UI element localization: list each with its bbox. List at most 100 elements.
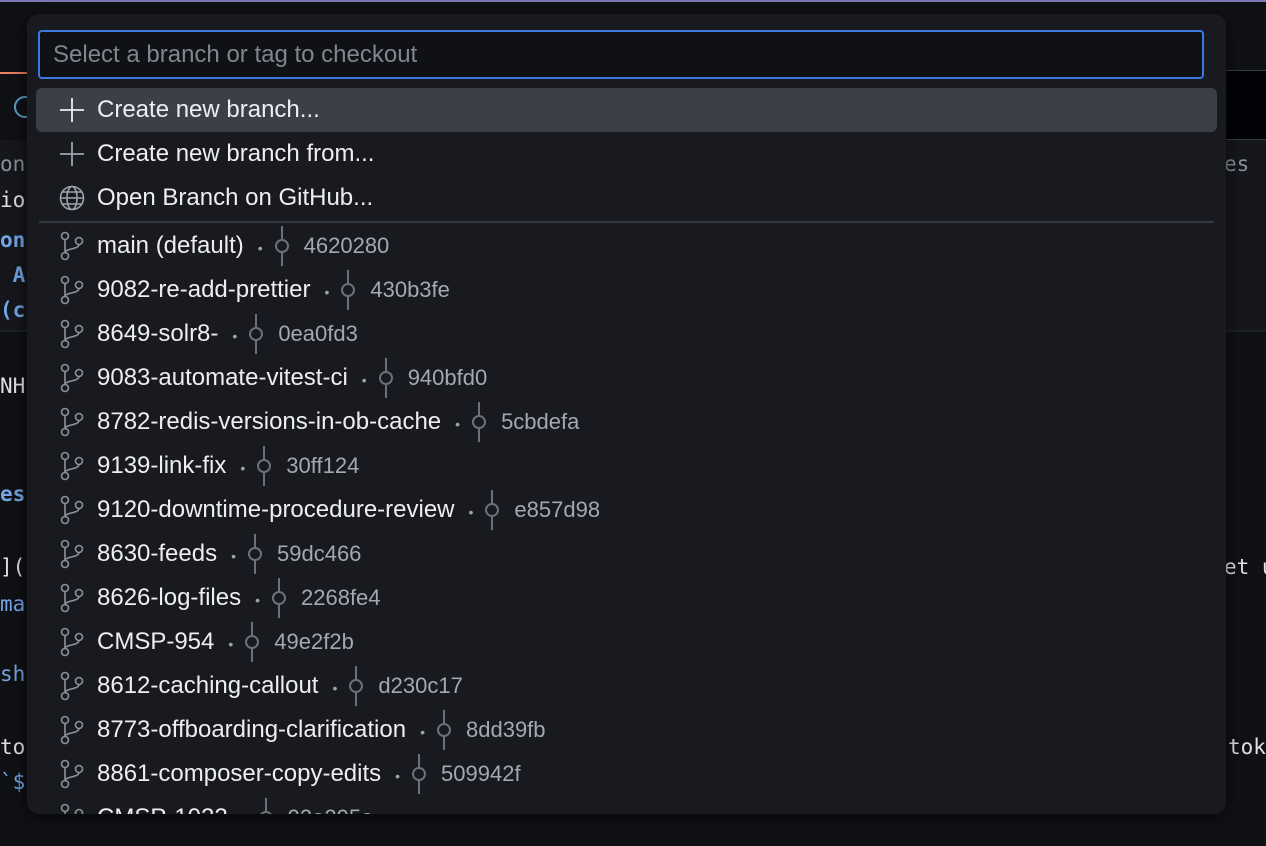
branch-item[interactable]: 8630-feeds • 59dc466 [36,532,1217,576]
branch-item[interactable]: 9120-downtime-procedure-review • e857d98 [36,488,1217,532]
quick-pick-action-2[interactable]: Open Branch on GitHub... [36,176,1217,220]
commit-hash: 5cbdefa [501,409,580,434]
branch-icon [57,539,87,569]
branch-name: 9083-automate-vitest-ci [97,364,348,391]
commit-hash: 4620280 [303,233,390,258]
plus-icon [57,95,87,125]
branch-item[interactable]: main (default) • 4620280 [36,224,1217,268]
commit-icon [245,314,267,354]
separator-dot: • [324,284,330,300]
branch-item[interactable]: 9139-link-fix • 30ff124 [36,444,1217,488]
commit-icon [253,446,275,486]
branch-name: 8773-offboarding-clarification [97,716,407,743]
code-fragment: A [0,263,26,287]
separator-dot: • [255,592,260,608]
branch-icon [57,759,87,789]
code-fragment: on [0,228,26,252]
branch-icon [57,803,87,814]
code-fragment: to [0,735,26,759]
branch-icon [57,671,87,701]
branch-name: CMSP-954 [97,628,215,655]
branch-name: main (default) [97,232,244,259]
commit-icon [468,402,490,442]
branch-icon [57,231,87,261]
commit-hash: 49e2f2b [274,629,354,654]
separator-dot: • [232,328,238,344]
branch-item[interactable]: 8649-solr8- • 0ea0fd3 [36,312,1217,356]
commit-hash: 0ea0fd3 [278,321,358,346]
plus-icon [57,139,87,169]
branch-item[interactable]: CMSP-954 • 49e2f2b [36,620,1217,664]
code-fragment: ma [0,592,26,616]
branch-name: 8612-caching-callout [97,672,319,699]
commit-hash: d230c17 [378,673,463,698]
code-fragment: et u [1224,555,1266,579]
code-fragment: on [0,152,26,176]
branch-name: 9082-re-add-prettier [97,276,311,303]
commit-hash: 509942f [441,761,521,786]
list-separator [39,221,1214,223]
commit-hash: 2268fe4 [301,585,381,610]
commit-icon [244,534,266,574]
branch-icon [57,275,87,305]
branch-name: 9120-downtime-procedure-review [97,496,455,523]
branch-search-input[interactable] [38,30,1204,79]
branch-name: 8626-log-files [97,584,242,611]
quick-pick-action-1[interactable]: Create new branch from... [36,132,1217,176]
action-label: Create new branch... [97,96,320,123]
code-fragment: es [1224,152,1250,176]
branch-name: 8630-feeds [97,540,218,567]
branch-item[interactable]: 8782-redis-versions-in-ob-cache • 5cbdefa [36,400,1217,444]
branch-item[interactable]: 8612-caching-callout • d230c17 [36,664,1217,708]
active-tab-indicator [0,72,30,74]
commit-icon [271,226,293,266]
branch-item[interactable]: 8773-offboarding-clarification • 8dd39fb [36,708,1217,752]
branch-item[interactable]: CMSP-1022 • 92a295e [36,796,1217,814]
branch-icon [57,495,87,525]
globe-icon [57,183,87,213]
separator-dot: • [231,548,236,564]
branch-name: 9139-link-fix [97,452,227,479]
commit-hash: 30ff124 [286,453,360,478]
separator-dot: • [332,680,338,696]
commit-icon [268,578,290,618]
separator-dot: • [361,372,367,388]
commit-hash: 92a295e [288,805,374,814]
separator-dot: • [257,240,263,256]
code-fragment: `$ [0,770,26,794]
branch-icon [57,407,87,437]
code-fragment: ]( [0,555,26,579]
commit-hash: e857d98 [514,497,601,522]
commit-icon [375,358,397,398]
commit-icon [481,490,503,530]
commit-hash: 940bfd0 [407,365,488,390]
branch-list: main (default) • 4620280 9082-re-add-pretti… [36,224,1217,814]
commit-icon [241,622,263,662]
code-fragment: sh [0,662,26,686]
commit-icon [408,754,430,794]
branch-name: 8861-composer-copy-edits [97,760,382,787]
branch-icon [57,451,87,481]
separator-dot: • [228,636,234,652]
branch-icon [57,715,87,745]
separator-dot: • [468,504,474,520]
branch-item[interactable]: 8626-log-files • 2268fe4 [36,576,1217,620]
separator-dot: • [455,416,461,432]
branch-name: 8782-redis-versions-in-ob-cache [97,408,442,435]
commit-icon [433,710,455,750]
code-fragment: NH [0,374,26,398]
separator-dot: • [395,768,401,784]
branch-name: 8649-solr8- [97,320,219,347]
quick-pick-action-0[interactable]: Create new branch... [36,88,1217,132]
branch-item[interactable]: 9082-re-add-prettier • 430b3fe [36,268,1217,312]
branch-item[interactable]: 9083-automate-vitest-ci • 940bfd0 [36,356,1217,400]
quick-pick-list: Create new branch... Create new branch fr… [36,88,1217,814]
branch-quick-pick: Create new branch... Create new branch fr… [27,14,1226,814]
action-label: Open Branch on GitHub... [97,184,374,211]
branch-item[interactable]: 8861-composer-copy-edits • 509942f [36,752,1217,796]
code-fragment: es [0,482,26,506]
commit-icon [345,666,367,706]
branch-icon [57,583,87,613]
code-fragment: tok [1228,735,1266,759]
code-fragment: (c [0,298,26,322]
